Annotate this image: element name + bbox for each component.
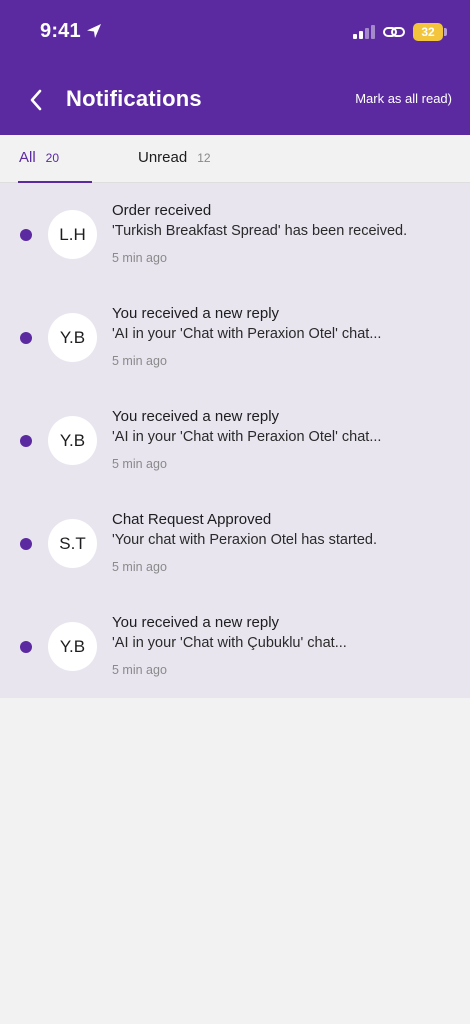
link-icon — [383, 27, 405, 37]
avatar: Y.B — [48, 416, 97, 465]
notification-time: 5 min ago — [112, 354, 167, 368]
app-header: 9:41 32 Notifications Mark as all read) — [0, 0, 470, 135]
notification-time: 5 min ago — [112, 251, 167, 265]
notification-list: L.H Order received 'Turkish Breakfast Sp… — [0, 183, 470, 698]
tab-all-count: 20 — [45, 151, 60, 165]
avatar: S.T — [48, 519, 97, 568]
tab-all-label: All — [19, 149, 36, 166]
notification-time: 5 min ago — [112, 457, 167, 471]
battery-indicator: 32 — [413, 23, 443, 41]
avatar: Y.B — [48, 622, 97, 671]
battery-tip — [444, 28, 447, 36]
avatar: Y.B — [48, 313, 97, 362]
notification-body: 'AI in your 'Chat with Peraxion Otel' ch… — [112, 429, 382, 445]
back-button[interactable] — [22, 86, 50, 114]
cellular-signal-icon — [353, 25, 375, 39]
notification-title: Order received — [112, 202, 212, 219]
notification-body: 'Turkish Breakfast Spread' has been rece… — [112, 223, 408, 239]
notification-item[interactable]: Y.B You received a new reply 'AI in your… — [0, 595, 470, 698]
notification-time: 5 min ago — [112, 560, 167, 574]
unread-dot — [20, 435, 32, 447]
tab-unread-label: Unread — [138, 149, 188, 166]
notification-item[interactable]: Y.B You received a new reply 'AI in your… — [0, 286, 470, 389]
unread-dot — [20, 332, 32, 344]
tab-unread-count: 12 — [197, 151, 211, 165]
notification-body: 'AI in your 'Chat with Çubuklu' chat... — [112, 635, 347, 651]
page-title: Notifications — [66, 86, 202, 111]
status-time: 9:41 — [40, 20, 81, 42]
unread-dot — [20, 538, 32, 550]
tab-all[interactable]: All 20 — [19, 149, 59, 166]
notification-body: 'AI in your 'Chat with Peraxion Otel' ch… — [112, 326, 382, 342]
notification-title: You received a new reply — [112, 305, 280, 322]
avatar: L.H — [48, 210, 97, 259]
notification-title: You received a new reply — [112, 614, 280, 631]
unread-dot — [20, 229, 32, 241]
notification-item[interactable]: Y.B You received a new reply 'AI in your… — [0, 389, 470, 492]
unread-dot — [20, 641, 32, 653]
notification-item[interactable]: L.H Order received 'Turkish Breakfast Sp… — [0, 183, 470, 286]
status-bar: 9:41 32 — [0, 0, 470, 64]
notification-item[interactable]: S.T Chat Request Approved 'Your chat wit… — [0, 492, 470, 595]
chevron-left-icon — [30, 89, 42, 111]
notification-time: 5 min ago — [112, 663, 167, 677]
notification-tabs: All 20 Unread 12 — [0, 135, 470, 183]
tab-unread[interactable]: Unread 12 — [138, 149, 211, 166]
notification-title: Chat Request Approved — [112, 511, 272, 528]
notification-title: You received a new reply — [112, 408, 280, 425]
mark-all-read-button[interactable]: Mark as all read) — [355, 91, 452, 106]
notification-body: 'Your chat with Peraxion Otel has starte… — [112, 532, 377, 548]
location-arrow-icon — [87, 24, 101, 38]
